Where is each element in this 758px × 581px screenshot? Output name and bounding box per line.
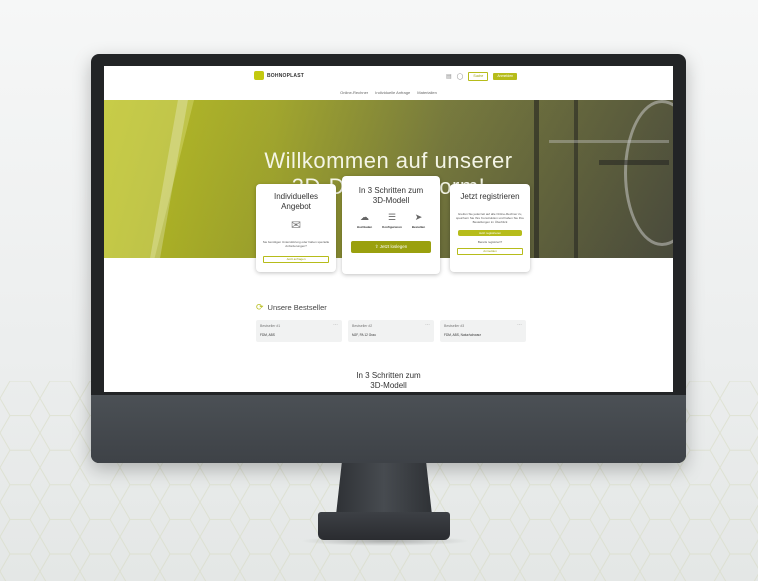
card-text: Sie benötigen Unterstützung oder haben s… [262,240,330,248]
card-text: Greifen Sie jederzeit auf alle Online-Re… [456,212,524,224]
login-button[interactable]: Anmelden [493,73,518,80]
nav-item-online-calculator[interactable]: Online-Rechner [340,86,368,100]
bestseller-title: Unsere Bestseller [267,303,327,312]
logo-text: BOHNOPLAST [267,72,304,79]
user-icon[interactable]: ◯ [457,73,464,81]
step-order: ➤ Bestellen [412,212,425,229]
step-label: Konfigurieren [382,225,402,229]
card-login-button[interactable]: Anmelden [457,248,523,255]
main-nav: Online-Rechner Individuelle Anfrage Mate… [104,86,673,100]
monitor-screen: BOHNOPLAST ▤ ◯ Suche Anmelden Online-Rec… [104,66,673,392]
steps-row: ☁ Hochladen ☰ Konfigurieren ➤ Bestellen [342,212,440,229]
header-actions: ▤ ◯ Suche Anmelden [446,72,518,81]
monitor-chin [91,395,686,463]
step-upload: ☁ Hochladen [357,212,372,229]
bestseller-text: FDM, ABS, Natur/schwarz [444,333,482,337]
cloud-upload-icon: ☁ [359,212,369,222]
bestseller-card[interactable]: Bestseller #3 … FDM, ABS, Natur/schwarz [440,320,526,342]
register-button[interactable]: Jetzt registrieren [458,230,522,236]
search-button[interactable]: Suche [468,72,489,81]
step-label: Hochladen [356,225,373,229]
hero-title-line1: Willkommen auf unserer [264,148,513,173]
card-individual-offer: Individuelles Angebot ✉ Sie benötigen Un… [256,184,336,272]
get-started-label: Jetzt loslegen [379,244,408,249]
card-title-line2: Angebot [281,202,311,211]
hero-decoration [549,140,669,143]
bestseller-text: MJF, PA 12 Grau [352,333,376,337]
section-title-line2: 3D-Modell [370,381,407,390]
request-icon: ✉ [290,218,302,232]
card-title-line1: Individuelles [273,192,319,201]
bestseller-heading: ⟳ Unsere Bestseller [256,302,327,313]
get-started-button[interactable]: ⇧ Jetzt loslegen [351,241,431,253]
step-label: Bestellen [411,225,426,229]
logo-mark-icon [254,71,264,80]
section-title: In 3 Schritten zum 3D-Modell [104,371,673,391]
card-title-line2: 3D-Modell [372,196,410,205]
bestseller-card[interactable]: Bestseller #2 … MJF, PA 12 Grau [348,320,434,342]
request-now-button[interactable]: Jetzt anfragen [263,256,329,263]
more-icon[interactable]: … [517,321,522,327]
step-configure: ☰ Konfigurieren [382,212,402,229]
refresh-icon: ⟳ [256,302,264,312]
nav-item-individual-request[interactable]: Individuelle Anfrage [375,86,410,100]
site-header: BOHNOPLAST ▤ ◯ Suche Anmelden [104,66,673,86]
bestseller-card[interactable]: Bestseller #1 … FDM, ABS [256,320,342,342]
site-logo[interactable]: BOHNOPLAST [254,71,304,80]
already-registered-text: Bereits registriert? [477,240,503,244]
card-three-steps: In 3 Schritten zum 3D-Modell ☁ Hochladen… [342,176,440,274]
more-icon[interactable]: … [425,321,430,327]
card-register: Jetzt registrieren Greifen Sie jederzeit… [450,184,530,272]
bestseller-label: Bestseller #2 [352,324,373,328]
more-icon[interactable]: … [333,321,338,327]
bestseller-label: Bestseller #3 [444,324,465,328]
chart-icon[interactable]: ▤ [446,73,452,81]
card-title-line1: In 3 Schritten zum [358,186,424,195]
sliders-icon: ☰ [387,212,397,222]
section-title-line1: In 3 Schritten zum [356,371,421,380]
bestseller-text: FDM, ABS [260,333,275,337]
bestseller-label: Bestseller #1 [260,324,281,328]
nav-item-materials[interactable]: Materialien [417,86,437,100]
card-title: Jetzt registrieren [460,192,520,201]
monitor-stand-base [318,512,450,540]
monitor-stand-neck [336,463,432,515]
paper-plane-icon: ➤ [414,212,423,222]
